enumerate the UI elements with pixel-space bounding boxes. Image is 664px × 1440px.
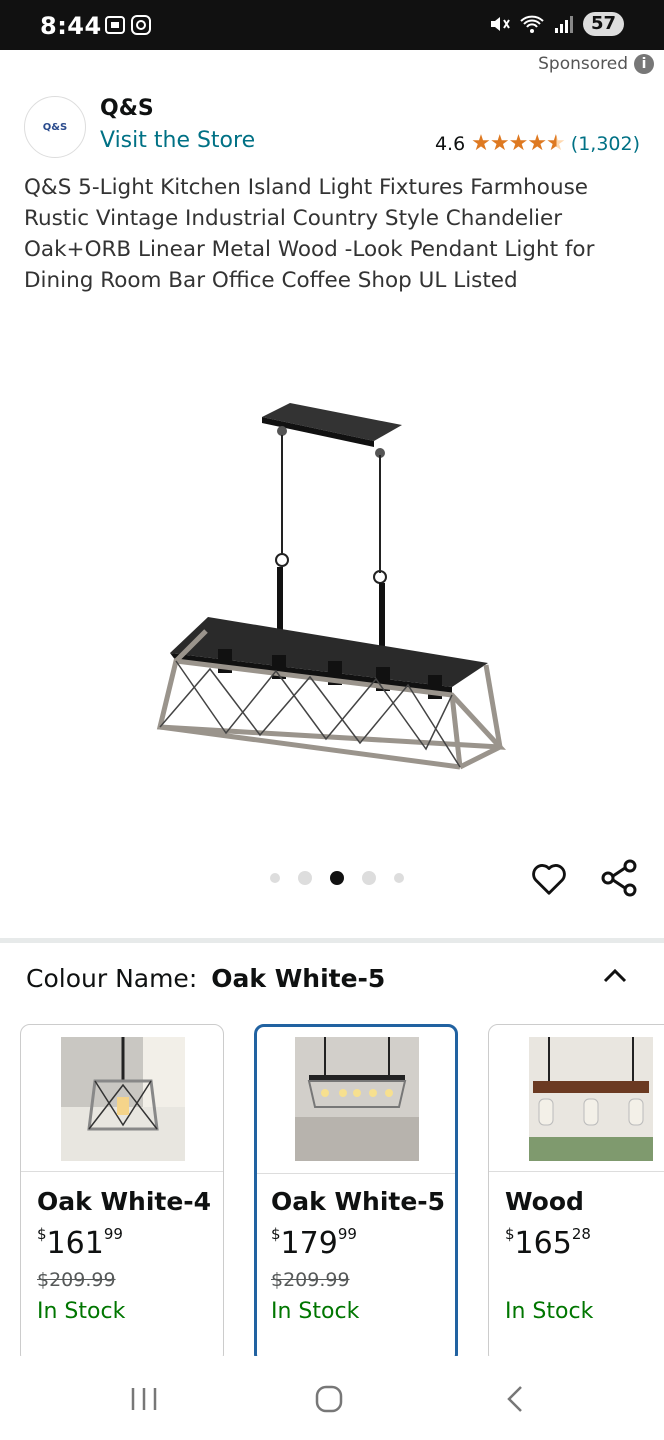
battery-indicator: 57	[582, 12, 624, 36]
product-title: Q&S 5-Light Kitchen Island Light Fixture…	[24, 175, 595, 293]
variant-name: Oak White-5	[271, 1187, 446, 1216]
wifi-icon	[520, 15, 544, 33]
variant-image	[529, 1037, 653, 1161]
colour-selected-value: Oak White-5	[211, 964, 386, 993]
rating-summary[interactable]: 4.6 ★★★★★ (1,302)	[435, 131, 640, 156]
card-separator	[257, 1173, 455, 1174]
card-separator	[21, 1171, 223, 1172]
price-whole: 161	[46, 1226, 104, 1261]
price-currency: $	[271, 1225, 281, 1243]
visit-store-link[interactable]: Visit the Store	[100, 128, 255, 153]
carousel-dot[interactable]	[362, 871, 376, 885]
variant-card[interactable]: Oak White-4 $16199 $209.99 In Stock	[20, 1024, 224, 1356]
brand-logo-text: Q&S	[42, 121, 68, 133]
image-carousel-dots[interactable]	[270, 871, 404, 885]
nav-back-icon[interactable]	[504, 1384, 526, 1414]
mute-icon	[490, 17, 510, 31]
chevron-up-icon[interactable]	[602, 966, 628, 984]
status-bar: 8:44 57	[0, 0, 664, 50]
colour-selector-header[interactable]: Colour Name: Oak White-5	[26, 964, 385, 993]
nav-recents-icon[interactable]	[128, 1386, 160, 1412]
price-fraction: 99	[337, 1225, 357, 1243]
variant-price: $16199	[37, 1225, 123, 1261]
price-currency: $	[505, 1225, 515, 1243]
status-notification-icons	[104, 14, 156, 41]
carousel-dot[interactable]	[298, 871, 312, 885]
carousel-dot-active[interactable]	[330, 871, 344, 885]
brand-logo[interactable]: Q&S	[24, 96, 86, 158]
carousel-dot[interactable]	[394, 873, 404, 883]
price-currency: $	[37, 1225, 47, 1243]
variant-price: $16528	[505, 1225, 591, 1261]
system-nav-bar	[0, 1356, 664, 1440]
variant-image	[295, 1037, 419, 1161]
star-icon: ★★★★★	[471, 131, 566, 156]
rating-score: 4.6	[434, 132, 466, 155]
variant-card-selected[interactable]: Oak White-5 $17999 $209.99 In Stock	[254, 1024, 458, 1356]
price-fraction: 99	[103, 1225, 123, 1243]
sponsored-text: Sponsored	[538, 54, 628, 74]
price-whole: 165	[514, 1226, 572, 1261]
info-icon[interactable]: i	[634, 54, 654, 74]
heart-icon[interactable]	[530, 860, 568, 898]
variant-name: Wood	[505, 1187, 584, 1216]
variant-name: Oak White-4	[37, 1187, 212, 1216]
share-icon[interactable]	[600, 858, 640, 898]
section-divider	[0, 938, 664, 943]
variant-list-price: $209.99	[271, 1269, 350, 1291]
nav-home-icon[interactable]	[314, 1384, 344, 1414]
sponsored-label[interactable]: Sponsored i	[538, 54, 654, 74]
price-fraction: 28	[571, 1225, 591, 1243]
variant-list-price: $209.99	[37, 1269, 116, 1291]
status-time: 8:44	[40, 12, 102, 40]
status-right: 57	[489, 12, 624, 36]
price-whole: 179	[280, 1226, 338, 1261]
variant-availability: In Stock	[505, 1299, 594, 1324]
card-separator	[489, 1171, 664, 1172]
variant-availability: In Stock	[271, 1299, 360, 1324]
product-image[interactable]	[140, 395, 520, 785]
signal-icon	[554, 16, 573, 33]
variant-image	[61, 1037, 185, 1161]
variant-price: $17999	[271, 1225, 357, 1261]
rating-count[interactable]: (1,302)	[571, 133, 640, 155]
colour-label: Colour Name:	[26, 964, 198, 993]
carousel-dot[interactable]	[270, 873, 280, 883]
variant-card[interactable]: Wood $16528 In Stock	[488, 1024, 664, 1356]
variant-carousel[interactable]: Oak White-4 $16199 $209.99 In Stock Oak …	[20, 1024, 664, 1356]
brand-name[interactable]: Q&S	[100, 96, 154, 121]
variant-availability: In Stock	[37, 1299, 126, 1324]
